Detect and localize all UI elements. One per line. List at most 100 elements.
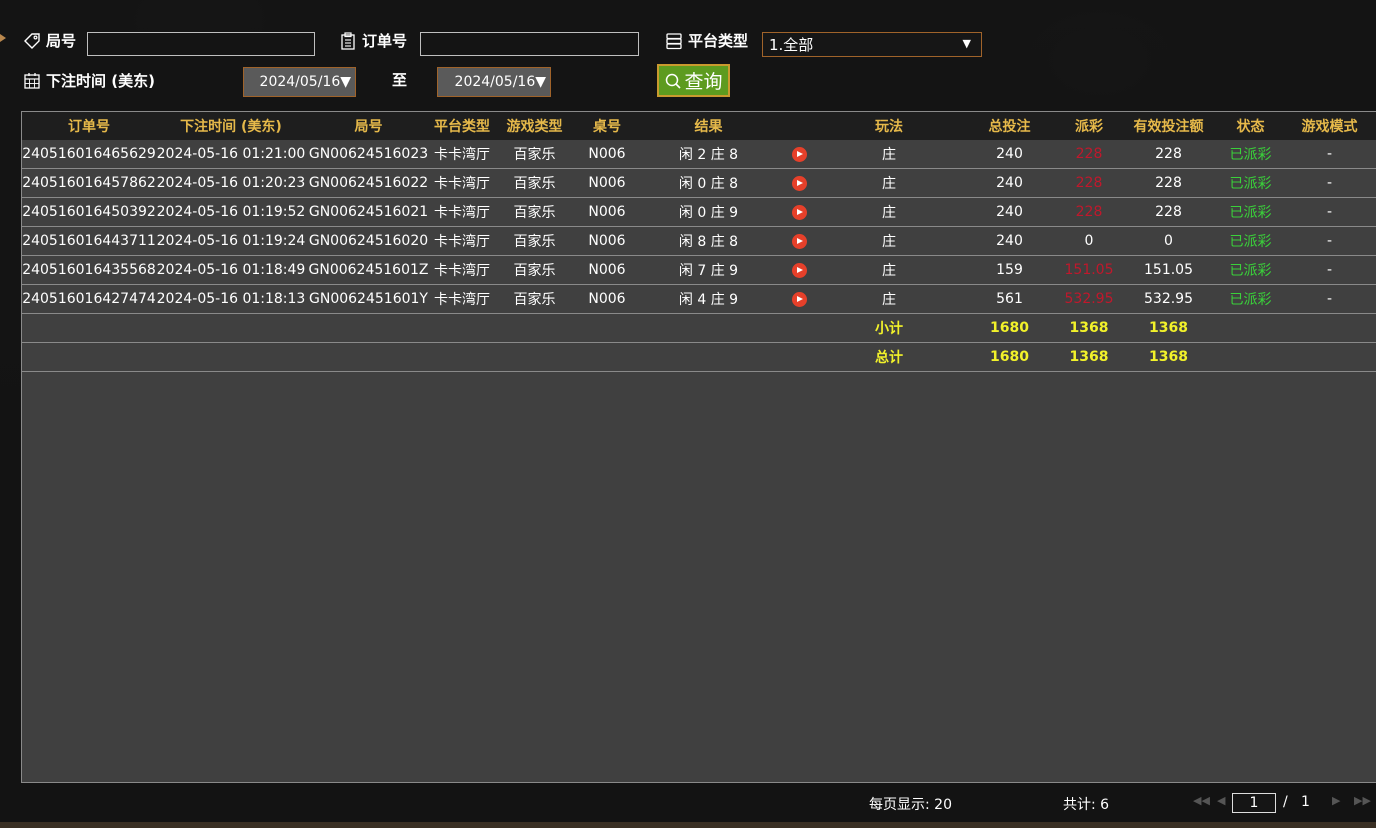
round-id-cell: GN0062451601Z bbox=[306, 255, 431, 285]
replay-cell bbox=[779, 284, 819, 314]
order-label: 订单号 bbox=[338, 30, 407, 51]
payout-cell: 228 bbox=[1060, 168, 1118, 198]
bet-time-cell: 2024-05-16 01:21:00 bbox=[156, 140, 306, 169]
empty-cell bbox=[431, 342, 493, 372]
total-row: 总计 1680 1368 1368 bbox=[22, 342, 1376, 372]
play-video-icon[interactable] bbox=[791, 175, 807, 191]
result-cell: 闲 4 庄 9 bbox=[638, 284, 779, 314]
status-cell: 已派彩 bbox=[1219, 255, 1282, 285]
date-from-picker[interactable]: 2024/05/16▼ bbox=[243, 67, 356, 97]
game-type-cell: 百家乐 bbox=[493, 226, 576, 256]
prev-page-icon[interactable]: ◀ bbox=[1217, 794, 1225, 807]
result-cell: 闲 7 庄 9 bbox=[638, 255, 779, 285]
game-mode-cell: - bbox=[1282, 140, 1376, 169]
empty-cell bbox=[22, 313, 156, 343]
play-type-cell: 庄 bbox=[819, 284, 959, 314]
result-cell: 闲 8 庄 8 bbox=[638, 226, 779, 256]
empty-cell bbox=[779, 342, 819, 372]
play-video-icon[interactable] bbox=[791, 291, 807, 307]
order-id-cell: 240516016435568 bbox=[22, 255, 156, 285]
query-button-label: 查询 bbox=[684, 71, 723, 93]
column-header: 桌号 bbox=[576, 112, 638, 140]
chevron-down-icon: ▼ bbox=[962, 37, 971, 50]
page-total: 1 bbox=[1301, 794, 1310, 810]
game-mode-cell: - bbox=[1282, 284, 1376, 314]
bet-time-cell: 2024-05-16 01:20:23 bbox=[156, 168, 306, 198]
total-bet-cell: 240 bbox=[959, 140, 1060, 169]
page-number-input[interactable] bbox=[1232, 793, 1276, 813]
replay-cell bbox=[779, 197, 819, 227]
server-icon bbox=[666, 32, 682, 49]
bet-record-panel: 局号 订单号 平台类型 1.全部 ▼ 下注时间 (美东) 2024/05/16▼… bbox=[0, 0, 1376, 822]
next-page-icon[interactable]: ▶ bbox=[1332, 794, 1340, 807]
empty-cell bbox=[576, 342, 638, 372]
empty-cell bbox=[156, 313, 306, 343]
table-row: 240516016427474 2024-05-16 01:18:13 GN0062… bbox=[22, 284, 1376, 314]
play-type-cell: 庄 bbox=[819, 140, 959, 169]
first-page-icon[interactable]: ◀◀ bbox=[1193, 794, 1210, 807]
subtotal-valid-bet: 1368 bbox=[1118, 313, 1219, 343]
empty-cell bbox=[779, 313, 819, 343]
platform-cell: 卡卡湾厅 bbox=[431, 284, 493, 314]
column-header: 游戏类型 bbox=[493, 112, 576, 140]
last-page-icon[interactable]: ▶▶ bbox=[1354, 794, 1371, 807]
empty-cell bbox=[306, 313, 431, 343]
empty-cell bbox=[431, 313, 493, 343]
page-size-text: 每页显示: 20 bbox=[869, 797, 952, 813]
game-type-cell: 百家乐 bbox=[493, 255, 576, 285]
subtotal-row: 小计 1680 1368 1368 bbox=[22, 313, 1376, 343]
play-video-icon[interactable] bbox=[791, 204, 807, 220]
table-row: 240516016465629 2024-05-16 01:21:00 GN0062… bbox=[22, 140, 1376, 169]
total-bet-cell: 159 bbox=[959, 255, 1060, 285]
table-row: 240516016457862 2024-05-16 01:20:23 GN0062… bbox=[22, 168, 1376, 198]
search-icon bbox=[666, 73, 682, 89]
valid-bet-cell: 532.95 bbox=[1118, 284, 1219, 314]
game-type-cell: 百家乐 bbox=[493, 168, 576, 198]
play-video-icon[interactable] bbox=[791, 262, 807, 278]
total-bet-cell: 561 bbox=[959, 284, 1060, 314]
table-id-cell: N006 bbox=[576, 226, 638, 256]
payout-cell: 228 bbox=[1060, 140, 1118, 169]
column-header bbox=[779, 112, 819, 140]
game-type-cell: 百家乐 bbox=[493, 284, 576, 314]
platform-label-text: 平台类型 bbox=[688, 32, 749, 50]
status-cell: 已派彩 bbox=[1219, 284, 1282, 314]
column-header: 局号 bbox=[306, 112, 431, 140]
round-input[interactable] bbox=[87, 32, 315, 56]
column-header: 总投注 bbox=[959, 112, 1060, 140]
total-total-bet: 1680 bbox=[959, 342, 1060, 372]
subtotal-total-bet: 1680 bbox=[959, 313, 1060, 343]
replay-cell bbox=[779, 140, 819, 169]
platform-cell: 卡卡湾厅 bbox=[431, 197, 493, 227]
bet-time-label: 下注时间 (美东) bbox=[22, 70, 155, 91]
table-row: 240516016450392 2024-05-16 01:19:52 GN0062… bbox=[22, 197, 1376, 227]
column-header: 结果 bbox=[638, 112, 779, 140]
play-video-icon[interactable] bbox=[791, 146, 807, 162]
bet-time-label-text: 下注时间 (美东) bbox=[46, 72, 155, 90]
play-type-cell: 庄 bbox=[819, 197, 959, 227]
round-id-cell: GN0062451601Y bbox=[306, 284, 431, 314]
order-input[interactable] bbox=[420, 32, 639, 56]
play-video-icon[interactable] bbox=[791, 233, 807, 249]
query-button[interactable]: 查询 bbox=[657, 64, 730, 97]
column-header: 有效投注额 bbox=[1118, 112, 1219, 140]
column-header: 状态 bbox=[1219, 112, 1282, 140]
table-id-cell: N006 bbox=[576, 140, 638, 169]
column-header: 订单号 bbox=[22, 112, 156, 140]
game-mode-cell: - bbox=[1282, 168, 1376, 198]
empty-cell bbox=[638, 342, 779, 372]
panel-collapse-arrow-icon[interactable] bbox=[0, 30, 6, 46]
empty-cell bbox=[306, 342, 431, 372]
column-header: 玩法 bbox=[819, 112, 959, 140]
valid-bet-cell: 0 bbox=[1118, 226, 1219, 256]
table-row: 240516016443711 2024-05-16 01:19:24 GN0062… bbox=[22, 226, 1376, 256]
play-type-cell: 庄 bbox=[819, 255, 959, 285]
date-to-picker[interactable]: 2024/05/16▼ bbox=[437, 67, 551, 97]
subtotal-label: 小计 bbox=[819, 313, 959, 343]
platform-select[interactable]: 1.全部 ▼ bbox=[762, 32, 982, 57]
empty-cell bbox=[638, 313, 779, 343]
platform-cell: 卡卡湾厅 bbox=[431, 226, 493, 256]
platform-cell: 卡卡湾厅 bbox=[431, 168, 493, 198]
bet-time-cell: 2024-05-16 01:19:52 bbox=[156, 197, 306, 227]
platform-select-value: 1.全部 bbox=[769, 36, 814, 54]
